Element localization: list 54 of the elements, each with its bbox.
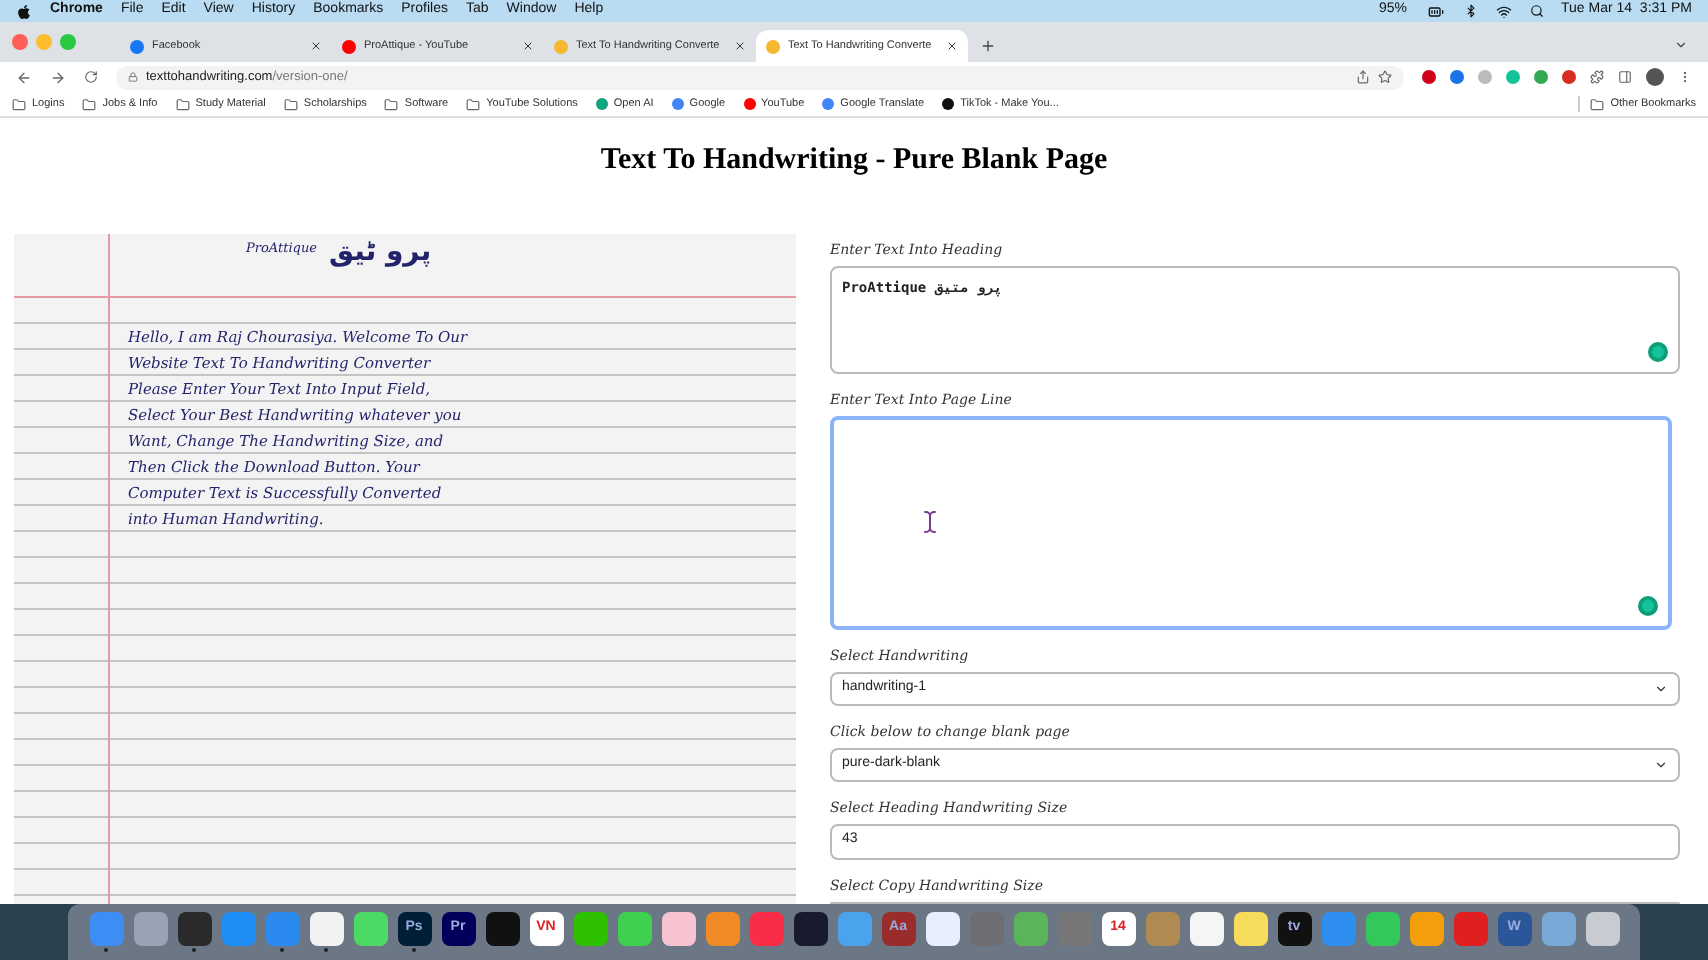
- app-icon[interactable]: [485, 912, 519, 946]
- back-icon[interactable]: [16, 69, 32, 85]
- app-icon[interactable]: [309, 912, 343, 946]
- handwritten-heading-urdu: پرو ٹیق: [328, 235, 432, 267]
- folder-icon: [1590, 97, 1605, 111]
- app-icon[interactable]: [1365, 912, 1399, 946]
- app-icon[interactable]: [353, 912, 387, 946]
- close-icon[interactable]: [946, 40, 958, 52]
- folder-icon: [283, 97, 298, 111]
- profile-avatar[interactable]: [1646, 68, 1664, 86]
- app-icon[interactable]: [1013, 912, 1047, 946]
- text-area[interactable]: [830, 415, 1672, 629]
- page-heading: Text To Handwriting - Pure Blank Page: [598, 142, 1110, 180]
- app-icon[interactable]: [705, 912, 739, 946]
- minimize-icon: [36, 34, 52, 50]
- app-icon[interactable]: [1541, 912, 1575, 946]
- app-icon[interactable]: [793, 912, 827, 946]
- more-menu-icon[interactable]: [1678, 70, 1692, 84]
- lock-icon: [128, 72, 138, 82]
- close-window-icon: [12, 34, 28, 50]
- app-icon[interactable]: [177, 912, 211, 946]
- app-icon[interactable]: [1585, 912, 1619, 946]
- battery-icon[interactable]: [1425, 3, 1445, 19]
- apple-logo-icon[interactable]: [16, 3, 32, 19]
- close-icon[interactable]: [310, 40, 322, 52]
- folder-icon: [175, 97, 190, 111]
- chevron-down-icon: [1654, 681, 1668, 695]
- app-icon[interactable]: [573, 912, 607, 946]
- folder-icon: [466, 97, 481, 111]
- extensions-icon[interactable]: [1590, 70, 1604, 84]
- wifi-icon[interactable]: [1495, 3, 1511, 19]
- app-icon[interactable]: [617, 912, 651, 946]
- app-icon[interactable]: [1233, 912, 1267, 946]
- app-icon[interactable]: [133, 912, 167, 946]
- side-panel-icon[interactable]: [1618, 70, 1632, 84]
- folder-icon: [12, 97, 26, 111]
- app-icon[interactable]: [1409, 912, 1443, 946]
- close-icon[interactable]: [734, 40, 746, 52]
- folder-icon: [384, 97, 399, 111]
- search-icon[interactable]: [1529, 4, 1543, 18]
- close-icon[interactable]: [522, 40, 534, 52]
- zoom-icon: [60, 34, 76, 50]
- app-icon[interactable]: [661, 912, 695, 946]
- app-icon[interactable]: [1189, 912, 1223, 946]
- new-tab-icon[interactable]: [980, 38, 996, 54]
- reload-icon[interactable]: [84, 70, 98, 84]
- bluetooth-icon[interactable]: [1463, 4, 1477, 18]
- chevron-down-icon: [1654, 757, 1668, 771]
- bookmark-star-icon[interactable]: [1378, 70, 1392, 84]
- app-icon[interactable]: [925, 912, 959, 946]
- folder-icon: [82, 97, 97, 111]
- share-icon[interactable]: [1356, 70, 1370, 84]
- forward-icon[interactable]: [50, 69, 66, 85]
- tab-search-icon[interactable]: [1674, 38, 1688, 52]
